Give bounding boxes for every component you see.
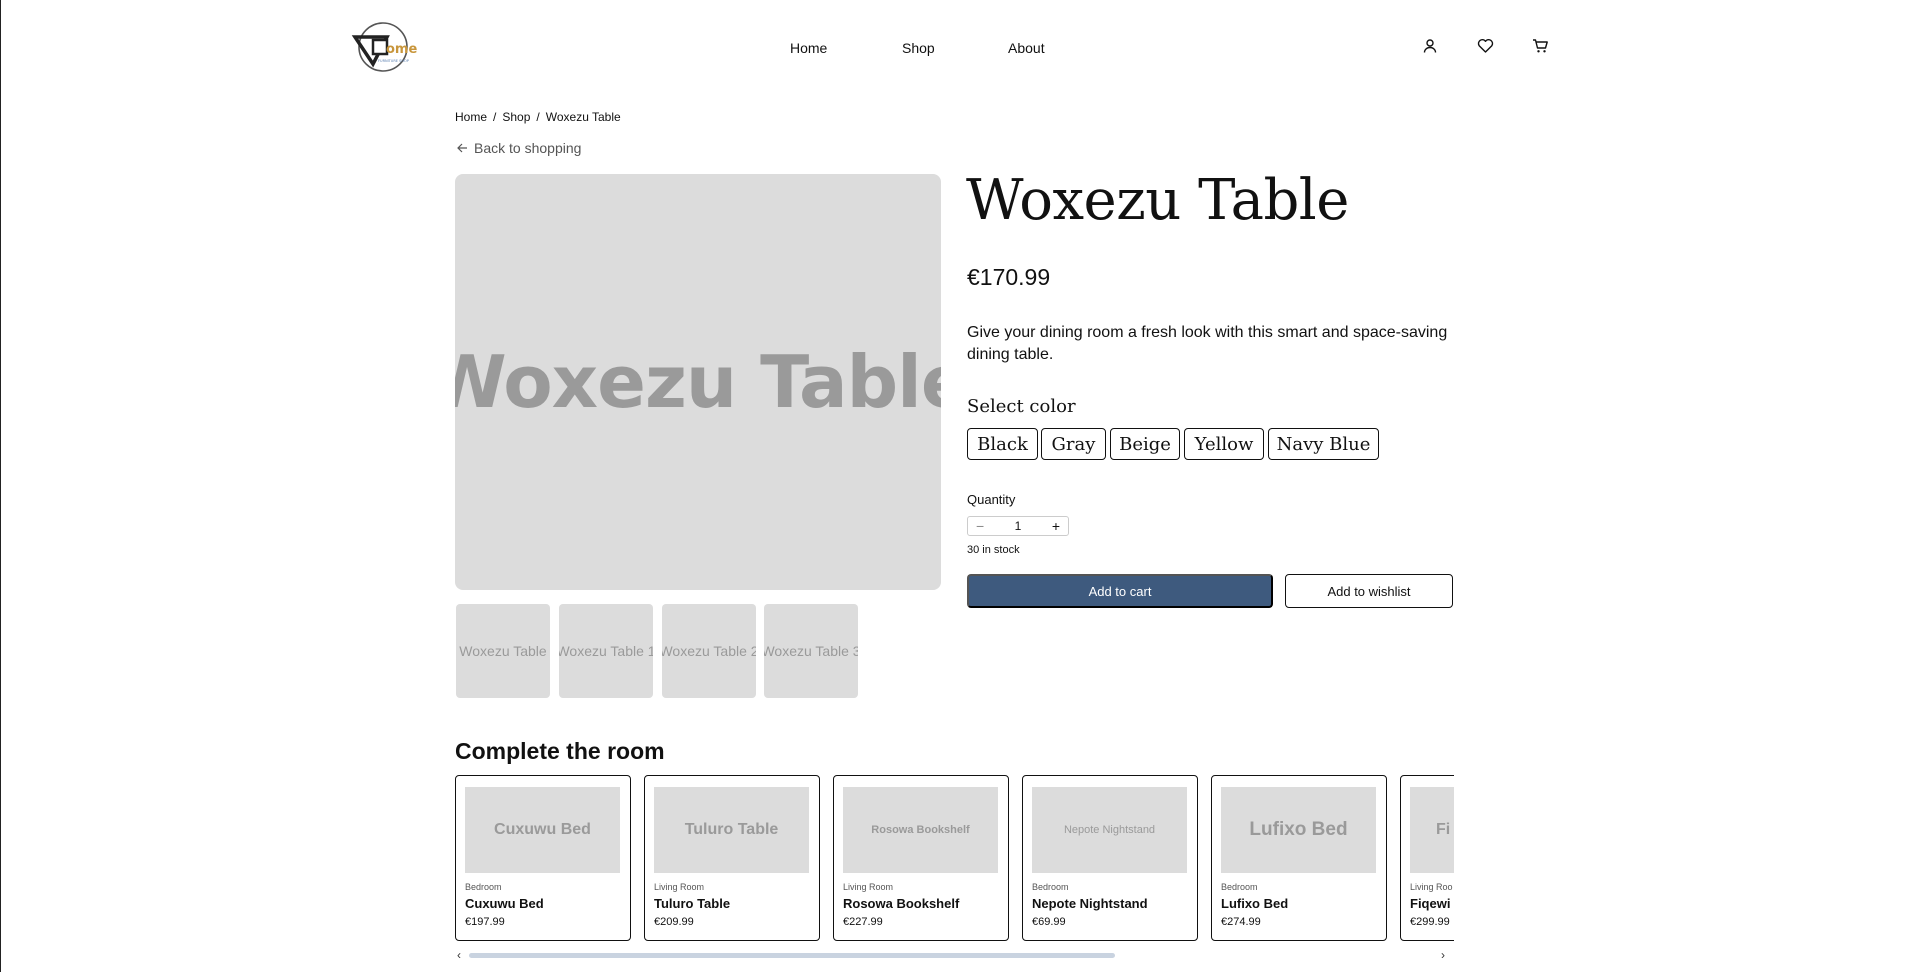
scroll-left-icon[interactable]: ‹ (457, 948, 461, 962)
svg-text:FURNITURE SHOP: FURNITURE SHOP (378, 59, 409, 63)
carousel-scrollbar[interactable]: ‹ › (455, 948, 1454, 962)
card-image-label: Lufixo Bed (1249, 819, 1348, 840)
product-main-image: Woxezu Table (455, 174, 941, 590)
heart-icon[interactable] (1477, 38, 1497, 58)
product-card-price: €227.99 (843, 916, 883, 928)
product-description: Give your dining room a fresh look with … (967, 324, 1448, 363)
quantity-value[interactable]: 1 (1015, 519, 1022, 533)
back-to-shopping-link[interactable]: Back to shopping (457, 140, 581, 156)
color-option-black[interactable]: Black (967, 428, 1038, 460)
card-image-label: Fi (1436, 821, 1451, 838)
arrow-left-icon (457, 140, 468, 156)
product-card-name: Lufixo Bed (1221, 896, 1289, 911)
scroll-right-icon[interactable]: › (1441, 948, 1445, 962)
brand-logo[interactable]: ome FURNITURE SHOP (351, 20, 417, 72)
product-card-category: Living Room (843, 882, 894, 892)
svg-text:ome: ome (386, 42, 417, 57)
product-card-category: Bedroom (1221, 882, 1258, 892)
product-thumbnail[interactable]: Woxezu Table 3 (764, 604, 858, 698)
product-card-name: Fiqewi T (1410, 896, 1454, 911)
quantity-stepper: − 1 + (967, 516, 1069, 536)
product-price: €170.99 (967, 264, 1051, 290)
product-card[interactable]: Fi Living Roo Fiqewi T €299.99 (1400, 775, 1454, 941)
product-card-image: Cuxuwu Bed (465, 787, 620, 873)
stock-status: 30 in stock (967, 544, 1020, 556)
thumbnail-label: Woxezu Table 1 (559, 643, 653, 659)
card-image-label: Tuluro Table (684, 821, 779, 838)
product-card-image: Rosowa Bookshelf (843, 787, 998, 873)
user-icon[interactable] (1422, 38, 1442, 58)
product-title: Woxezu Table (966, 168, 1349, 233)
select-color-label: Select color (967, 396, 1076, 417)
product-card[interactable]: Nepote Nightstand Bedroom Nepote Nightst… (1022, 775, 1198, 941)
product-card-image: Lufixo Bed (1221, 787, 1376, 873)
nav-about[interactable]: About (1008, 40, 1045, 56)
product-card-category: Living Room (654, 882, 705, 892)
product-thumbnail[interactable]: Woxezu Table 1 (559, 604, 653, 698)
product-card-image: Nepote Nightstand (1032, 787, 1187, 873)
main-image-label: Woxezu Table (455, 340, 941, 424)
product-card-name: Cuxuwu Bed (465, 896, 544, 911)
minus-icon[interactable]: − (976, 518, 984, 534)
nav-home[interactable]: Home (790, 40, 827, 56)
product-card-price: €274.99 (1221, 916, 1261, 928)
card-image-label: Cuxuwu Bed (494, 821, 591, 838)
product-card-category: Bedroom (1032, 882, 1069, 892)
product-card-price: €69.99 (1032, 916, 1066, 928)
product-card[interactable]: Lufixo Bed Bedroom Lufixo Bed €274.99 (1211, 775, 1387, 941)
product-card-name: Nepote Nightstand (1032, 896, 1148, 911)
product-card-category: Bedroom (465, 882, 502, 892)
product-card[interactable]: Tuluro Table Living Room Tuluro Table €2… (644, 775, 820, 941)
breadcrumb: Home / Shop / Woxezu Table (455, 110, 621, 124)
thumbnail-label: Woxezu Table 2 (662, 643, 756, 659)
thumbnail-label: Woxezu Table (459, 643, 547, 659)
breadcrumb-separator: / (536, 110, 540, 124)
scrollbar-thumb[interactable] (469, 953, 1115, 958)
product-card-price: €209.99 (654, 916, 694, 928)
add-to-cart-button[interactable]: Add to cart (967, 574, 1273, 608)
related-products-carousel: Cuxuwu Bed Bedroom Cuxuwu Bed €197.99 Tu… (455, 774, 1454, 942)
product-card-image: Tuluro Table (654, 787, 809, 873)
breadcrumb-current: Woxezu Table (545, 110, 621, 124)
color-option-yellow[interactable]: Yellow (1184, 428, 1264, 460)
product-card-price: €197.99 (465, 916, 505, 928)
card-image-label: Nepote Nightstand (1063, 824, 1156, 836)
breadcrumb-shop[interactable]: Shop (502, 110, 530, 124)
product-thumbnail[interactable]: Woxezu Table (456, 604, 550, 698)
product-card-category: Living Roo (1410, 882, 1453, 892)
site-header: ome FURNITURE SHOP Home Shop About (1, 0, 1905, 96)
breadcrumb-home[interactable]: Home (455, 110, 487, 124)
product-thumbnail[interactable]: Woxezu Table 2 (662, 604, 756, 698)
quantity-label: Quantity (967, 492, 1016, 507)
product-card-image: Fi (1410, 787, 1454, 873)
color-option-gray[interactable]: Gray (1041, 428, 1106, 460)
complete-the-room-heading: Complete the room (455, 738, 665, 764)
breadcrumb-separator: / (493, 110, 497, 124)
plus-icon[interactable]: + (1052, 518, 1060, 534)
back-link-label: Back to shopping (474, 140, 582, 156)
logo-mark-icon: ome FURNITURE SHOP (351, 22, 417, 72)
product-card-name: Tuluro Table (654, 896, 731, 911)
nav-shop[interactable]: Shop (902, 40, 935, 56)
product-card[interactable]: Rosowa Bookshelf Living Room Rosowa Book… (833, 775, 1009, 941)
add-to-wishlist-button[interactable]: Add to wishlist (1285, 574, 1453, 608)
thumbnail-label: Woxezu Table 3 (764, 643, 858, 659)
card-image-label: Rosowa Bookshelf (871, 824, 970, 836)
cart-icon[interactable] (1532, 38, 1552, 58)
product-card[interactable]: Cuxuwu Bed Bedroom Cuxuwu Bed €197.99 (455, 775, 631, 941)
product-card-price: €299.99 (1410, 916, 1450, 928)
color-option-navy-blue[interactable]: Navy Blue (1268, 428, 1379, 460)
product-card-name: Rosowa Bookshelf (843, 896, 960, 911)
color-option-beige[interactable]: Beige (1110, 428, 1180, 460)
